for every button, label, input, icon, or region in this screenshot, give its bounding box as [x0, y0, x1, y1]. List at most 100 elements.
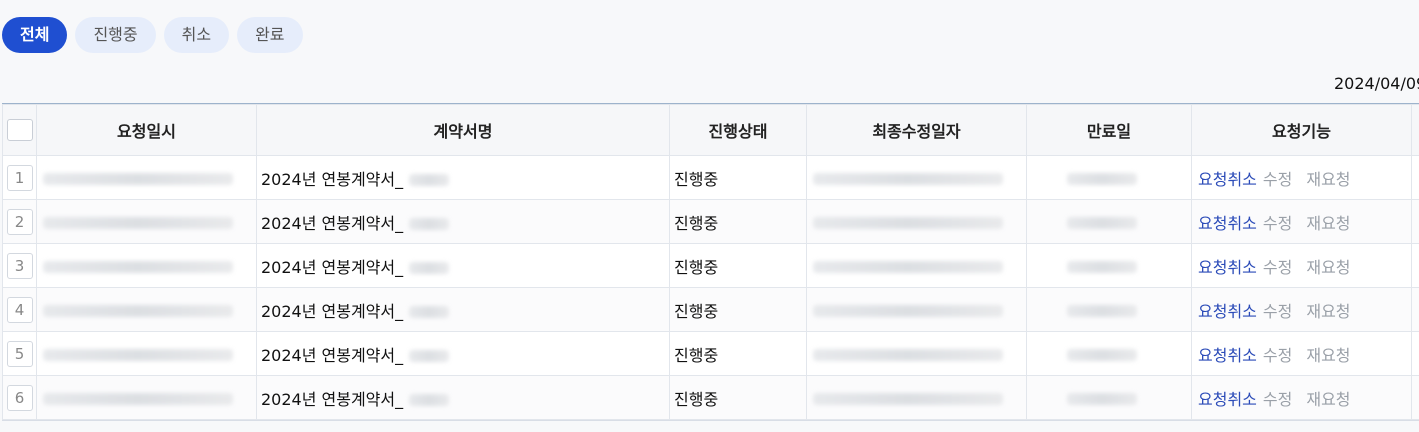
edit-link[interactable]: 수정	[1263, 258, 1292, 277]
status-cell: 진행중	[669, 155, 807, 200]
tab-all[interactable]: 전체	[2, 17, 68, 53]
expiry-cell	[1026, 331, 1192, 376]
request-actions-cell: 요청취소 수정 재요청	[1191, 331, 1412, 376]
row-index-cell[interactable]: 6	[2, 375, 37, 420]
contract-name-text: 2024년 연봉계약서_	[261, 301, 404, 321]
header-contract-name[interactable]: 계약서명	[256, 104, 670, 156]
table-row: 4 2024년 연봉계약서_ 진행중 요청취소 수정 재요청	[2, 287, 1419, 332]
row-index: 2	[6, 208, 33, 235]
expiry-cell	[1026, 155, 1192, 200]
redacted-last-modified	[813, 392, 1003, 405]
contract-name-text: 2024년 연봉계약서_	[261, 169, 404, 189]
rerequest-link[interactable]: 재요청	[1306, 346, 1350, 365]
table-header-row: 요청일시 계약서명 진행상태 최종수정일자 만료일 요청기능	[2, 104, 1419, 156]
redacted-expiry	[1067, 216, 1137, 229]
redacted-last-modified	[813, 216, 1003, 229]
redacted-request-time	[43, 304, 233, 317]
header-status[interactable]: 진행상태	[669, 104, 807, 156]
header-overflow	[1411, 104, 1419, 156]
edit-link[interactable]: 수정	[1263, 302, 1292, 321]
request-actions-cell: 요청취소 수정 재요청	[1191, 287, 1412, 332]
redacted-last-modified	[813, 348, 1003, 361]
row-index-cell[interactable]: 4	[2, 287, 37, 332]
redacted-employee-name	[409, 306, 450, 318]
last-modified-cell	[806, 199, 1027, 244]
redacted-expiry	[1067, 304, 1137, 317]
contract-request-table: 요청일시 계약서명 진행상태 최종수정일자 만료일 요청기능 1 2024년 연…	[2, 103, 1419, 421]
rerequest-link[interactable]: 재요청	[1306, 258, 1350, 277]
redacted-request-time	[43, 348, 233, 361]
row-index-cell[interactable]: 5	[2, 331, 37, 376]
select-all-checkbox[interactable]	[6, 119, 33, 141]
overflow-cell	[1411, 375, 1419, 420]
cancel-request-link[interactable]: 요청취소	[1198, 302, 1257, 321]
header-select-all	[2, 104, 37, 156]
cancel-request-link[interactable]: 요청취소	[1198, 258, 1257, 277]
row-index-cell[interactable]: 1	[2, 155, 37, 200]
redacted-employee-name	[409, 350, 450, 362]
request-time-cell	[36, 287, 257, 332]
redacted-employee-name	[409, 174, 450, 186]
expiry-cell	[1026, 199, 1192, 244]
edit-link[interactable]: 수정	[1263, 346, 1292, 365]
contract-name-cell[interactable]: 2024년 연봉계약서_	[256, 375, 670, 420]
redacted-request-time	[43, 392, 233, 405]
cancel-request-link[interactable]: 요청취소	[1198, 170, 1257, 189]
table-row: 6 2024년 연봉계약서_ 진행중 요청취소 수정 재요청	[2, 375, 1419, 420]
cancel-request-link[interactable]: 요청취소	[1198, 390, 1257, 409]
redacted-expiry	[1067, 348, 1137, 361]
redacted-request-time	[43, 172, 233, 185]
status-cell: 진행중	[669, 287, 807, 332]
contract-name-text: 2024년 연봉계약서_	[261, 213, 404, 233]
edit-link[interactable]: 수정	[1263, 214, 1292, 233]
overflow-cell	[1411, 243, 1419, 288]
edit-link[interactable]: 수정	[1263, 390, 1292, 409]
table-row: 3 2024년 연봉계약서_ 진행중 요청취소 수정 재요청	[2, 243, 1419, 288]
tab-cancelled[interactable]: 취소	[163, 17, 230, 53]
contract-name-cell[interactable]: 2024년 연봉계약서_	[256, 243, 670, 288]
status-cell: 진행중	[669, 331, 807, 376]
rerequest-link[interactable]: 재요청	[1306, 170, 1350, 189]
cancel-request-link[interactable]: 요청취소	[1198, 214, 1257, 233]
request-actions-cell: 요청취소 수정 재요청	[1191, 375, 1412, 420]
rerequest-link[interactable]: 재요청	[1306, 302, 1350, 321]
row-index: 6	[6, 384, 33, 411]
table-row: 2 2024년 연봉계약서_ 진행중 요청취소 수정 재요청	[2, 199, 1419, 244]
redacted-expiry	[1067, 260, 1137, 273]
current-date: 2024/04/09	[1334, 74, 1419, 93]
table-row: 1 2024년 연봉계약서_ 진행중 요청취소 수정 재요청	[2, 155, 1419, 200]
header-request-time[interactable]: 요청일시	[36, 104, 257, 156]
contract-name-text: 2024년 연봉계약서_	[261, 257, 404, 277]
row-index-cell[interactable]: 3	[2, 243, 37, 288]
redacted-employee-name	[409, 218, 450, 230]
request-actions-cell: 요청취소 수정 재요청	[1191, 155, 1412, 200]
cancel-request-link[interactable]: 요청취소	[1198, 346, 1257, 365]
header-last-modified[interactable]: 최종수정일자	[806, 104, 1027, 156]
redacted-last-modified	[813, 304, 1003, 317]
contract-name-cell[interactable]: 2024년 연봉계약서_	[256, 155, 670, 200]
request-time-cell	[36, 243, 257, 288]
edit-link[interactable]: 수정	[1263, 170, 1292, 189]
tab-in-progress[interactable]: 진행중	[75, 17, 156, 53]
request-actions-cell: 요청취소 수정 재요청	[1191, 243, 1412, 288]
rerequest-link[interactable]: 재요청	[1306, 214, 1350, 233]
expiry-cell	[1026, 375, 1192, 420]
redacted-expiry	[1067, 392, 1137, 405]
row-index-cell[interactable]: 2	[2, 199, 37, 244]
overflow-cell	[1411, 199, 1419, 244]
rerequest-link[interactable]: 재요청	[1306, 390, 1350, 409]
header-request-actions[interactable]: 요청기능	[1191, 104, 1412, 156]
request-time-cell	[36, 331, 257, 376]
last-modified-cell	[806, 155, 1027, 200]
request-time-cell	[36, 199, 257, 244]
status-cell: 진행중	[669, 375, 807, 420]
contract-name-cell[interactable]: 2024년 연봉계약서_	[256, 287, 670, 332]
last-modified-cell	[806, 331, 1027, 376]
header-expiry[interactable]: 만료일	[1026, 104, 1192, 156]
contract-name-cell[interactable]: 2024년 연봉계약서_	[256, 199, 670, 244]
contract-name-cell[interactable]: 2024년 연봉계약서_	[256, 331, 670, 376]
overflow-cell	[1411, 331, 1419, 376]
row-index: 4	[6, 296, 33, 323]
request-time-cell	[36, 155, 257, 200]
tab-completed[interactable]: 완료	[237, 17, 303, 53]
